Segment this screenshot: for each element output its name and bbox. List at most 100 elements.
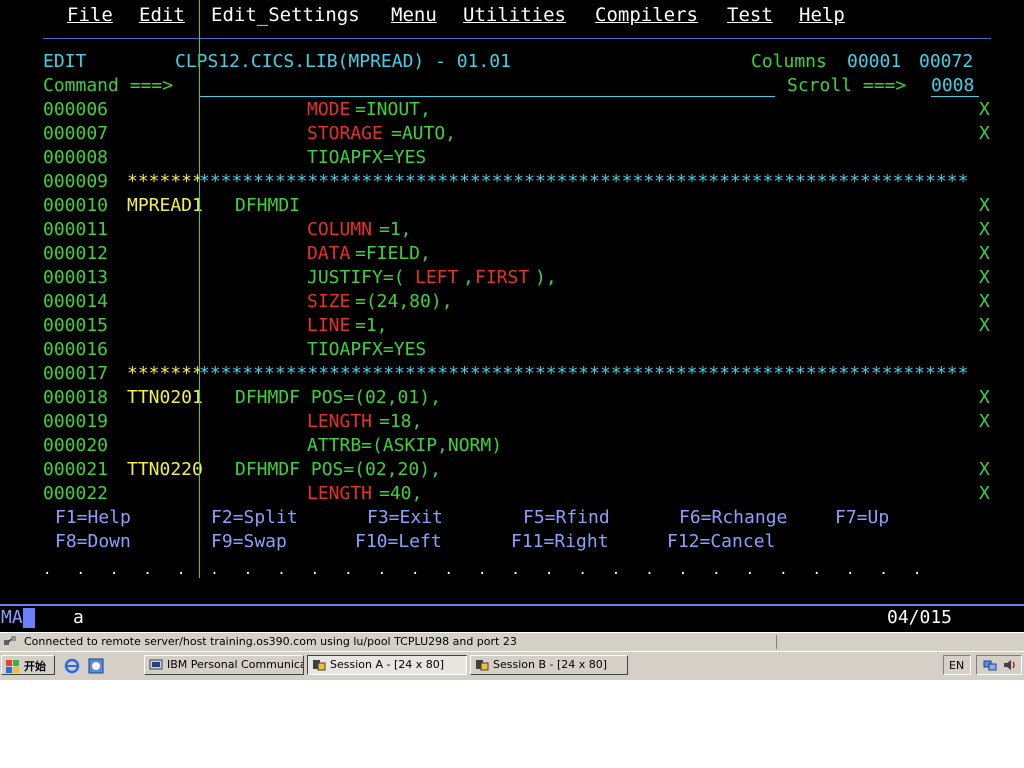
fkey-f3-exit[interactable]: F3=Exit bbox=[367, 506, 443, 530]
fkey-f7-up[interactable]: F7=Up bbox=[835, 506, 889, 530]
menu-utilities[interactable]: Utilities bbox=[463, 3, 566, 27]
fkey-f5-rfind[interactable]: F5=Rfind bbox=[523, 506, 610, 530]
line-flag: X bbox=[979, 219, 990, 240]
fkey-f6-rchange[interactable]: F6=Rchange bbox=[679, 506, 787, 530]
line-flag: X bbox=[979, 387, 990, 408]
line-flag: X bbox=[979, 459, 990, 480]
line-value: TIOAPFX=YES bbox=[307, 147, 427, 168]
line-number[interactable]: 000021 bbox=[43, 458, 108, 482]
line-number[interactable]: 000014 bbox=[43, 290, 108, 314]
volume-icon[interactable] bbox=[1002, 658, 1016, 672]
start-button[interactable]: 开始 bbox=[1, 655, 55, 675]
line-keyword: LINE bbox=[307, 315, 351, 336]
terminal-screen[interactable]: File Edit Edit_Settings Menu Utilities C… bbox=[0, 0, 1024, 604]
fkey-f8-down[interactable]: F8=Down bbox=[55, 530, 131, 554]
line-statement: DFHMDF POS=(02,20), bbox=[235, 459, 441, 480]
line-keyword: SIZE bbox=[307, 291, 351, 312]
command-input-underline bbox=[200, 96, 775, 97]
oia-cursor-block bbox=[23, 608, 35, 628]
operator-info-area bbox=[0, 604, 1024, 632]
language-indicator[interactable]: EN bbox=[943, 655, 971, 675]
line-flag: X bbox=[979, 291, 990, 312]
line-number[interactable]: 000008 bbox=[43, 146, 108, 170]
stars-cyan: ****************************************… bbox=[199, 171, 967, 192]
taskbar: 开始 IBM Personal Communica... Session A -… bbox=[0, 651, 1024, 680]
windows-logo-icon bbox=[6, 660, 20, 674]
fkey-f1-help[interactable]: F1=Help bbox=[55, 506, 131, 530]
line-keyword: LENGTH bbox=[307, 411, 373, 432]
menu-menu-label: Menu bbox=[391, 4, 437, 26]
line-number[interactable]: 000022 bbox=[43, 482, 108, 506]
line-flag: X bbox=[979, 99, 990, 120]
comment-stars-line: ****** **********************************… bbox=[127, 170, 967, 194]
line-number[interactable]: 000016 bbox=[43, 338, 108, 362]
menu-compilers[interactable]: Compilers bbox=[595, 3, 698, 27]
line-number[interactable]: 000006 bbox=[43, 98, 108, 122]
oia-indicator: MA bbox=[1, 607, 23, 628]
line-flag: X bbox=[979, 267, 990, 288]
line-number[interactable]: 000012 bbox=[43, 242, 108, 266]
scroll-label: Scroll ===> bbox=[787, 75, 907, 96]
line-number[interactable]: 000015 bbox=[43, 314, 108, 338]
session-icon bbox=[312, 658, 326, 672]
line-number[interactable]: 000017 bbox=[43, 362, 108, 386]
internet-explorer-icon[interactable] bbox=[64, 658, 80, 674]
line-flag: X bbox=[979, 123, 990, 144]
line-number[interactable]: 000009 bbox=[43, 170, 108, 194]
line-number[interactable]: 000011 bbox=[43, 218, 108, 242]
quick-launch-icon[interactable] bbox=[88, 658, 104, 674]
menu-menu[interactable]: Menu bbox=[391, 3, 437, 27]
menu-edit-settings[interactable]: Edit_Settings bbox=[211, 3, 360, 27]
line-value: =INOUT, bbox=[355, 99, 431, 120]
menu-file-label: File bbox=[67, 4, 113, 26]
menu-edit[interactable]: Edit bbox=[139, 3, 185, 27]
session-icon bbox=[475, 658, 489, 672]
columns-from: 00001 bbox=[847, 51, 902, 72]
line-number[interactable]: 000013 bbox=[43, 266, 108, 290]
language-label: EN bbox=[949, 659, 965, 672]
menu-compilers-label: Compilers bbox=[595, 4, 698, 26]
line-number[interactable]: 000010 bbox=[43, 194, 108, 218]
task-session-a[interactable]: Session A - [24 x 80] bbox=[307, 655, 467, 675]
task-label: IBM Personal Communica... bbox=[167, 658, 304, 671]
menu-help-label: Help bbox=[799, 4, 845, 26]
menu-file[interactable]: File bbox=[67, 3, 113, 27]
cursor-column-guide bbox=[199, 0, 200, 578]
menu-test[interactable]: Test bbox=[727, 3, 773, 27]
menu-help[interactable]: Help bbox=[799, 3, 845, 27]
line-value: =AUTO, bbox=[391, 123, 457, 144]
dataset-name: CLPS12.CICS.LIB(MPREAD) - 01.01 bbox=[175, 51, 511, 72]
fkey-f9-swap[interactable]: F9=Swap bbox=[211, 530, 287, 554]
task-ibm-pcomm[interactable]: IBM Personal Communica... bbox=[144, 655, 304, 675]
task-label: Session A - [24 x 80] bbox=[330, 658, 445, 671]
line-number[interactable]: 000007 bbox=[43, 122, 108, 146]
oia-cursor-position: 04/015 bbox=[887, 607, 953, 628]
line-number[interactable]: 000020 bbox=[43, 434, 108, 458]
fkey-f12-cancel[interactable]: F12=Cancel bbox=[667, 530, 775, 554]
justify-suffix: ), bbox=[535, 267, 557, 288]
command-label: Command ===> bbox=[43, 75, 174, 96]
fkey-f2-split[interactable]: F2=Split bbox=[211, 506, 298, 530]
line-value: =18, bbox=[379, 411, 423, 432]
fkey-f10-left[interactable]: F10=Left bbox=[355, 530, 442, 554]
line-keyword: MODE bbox=[307, 99, 351, 120]
line-label: TTN0220 bbox=[127, 459, 203, 480]
line-number[interactable]: 000018 bbox=[43, 386, 108, 410]
status-separator bbox=[776, 635, 777, 649]
command-input[interactable] bbox=[200, 74, 775, 98]
line-value: =1, bbox=[379, 219, 412, 240]
menu-test-label: Test bbox=[727, 4, 773, 26]
line-flag: X bbox=[979, 195, 990, 216]
line-label: TTN0201 bbox=[127, 387, 203, 408]
fkey-f11-right[interactable]: F11=Right bbox=[511, 530, 609, 554]
task-session-b[interactable]: Session B - [24 x 80] bbox=[470, 655, 628, 675]
scroll-input[interactable]: 0008 bbox=[931, 74, 974, 98]
line-label: MPREAD1 bbox=[127, 195, 203, 216]
network-icon[interactable] bbox=[983, 658, 997, 672]
stars-yellow: ****************************************… bbox=[127, 171, 199, 192]
line-flag: X bbox=[979, 483, 990, 504]
line-value: =1, bbox=[355, 315, 388, 336]
justify-left: LEFT bbox=[415, 267, 459, 288]
line-flag: X bbox=[979, 315, 990, 336]
line-number[interactable]: 000019 bbox=[43, 410, 108, 434]
